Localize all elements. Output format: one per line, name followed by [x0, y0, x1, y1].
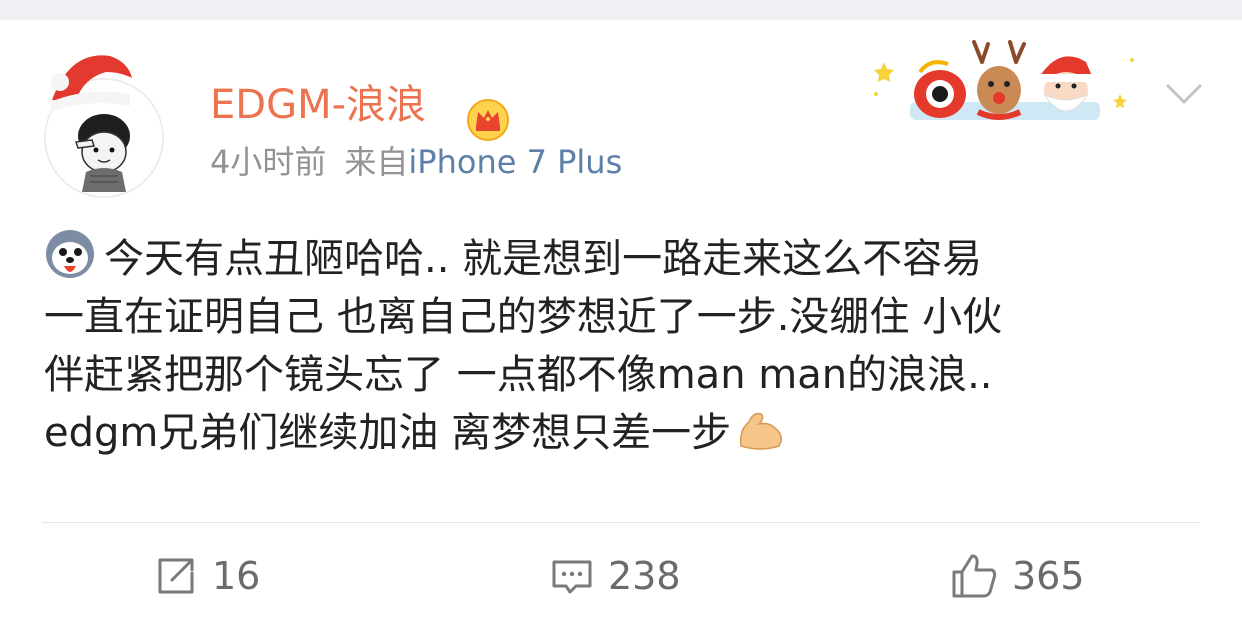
- santa-hat-icon: [50, 55, 132, 112]
- action-divider: [42, 522, 1200, 523]
- source-prefix: 来自: [344, 143, 409, 181]
- comment-count: 238: [608, 554, 681, 598]
- post-line-1-text: 今天有点丑陋哈哈.. 就是想到一路走来这么不容易: [104, 236, 983, 282]
- post-line-4: edgm兄弟们继续加油 离梦想只差一步: [44, 404, 1204, 462]
- username[interactable]: EDGM-浪浪: [210, 80, 426, 130]
- husky-tongue-emoji: [46, 230, 94, 278]
- post-line-2: 一直在证明自己 也离自己的梦想近了一步.没绷住 小伙: [44, 294, 1003, 340]
- post-meta: 4小时前 来自iPhone 7 Plus: [210, 142, 622, 182]
- thumbs-up-icon: [952, 554, 997, 598]
- repost-button[interactable]: 16: [154, 550, 260, 602]
- christmas-decoration-badge: [874, 40, 1134, 120]
- source-device-link[interactable]: iPhone 7 Plus: [408, 143, 622, 181]
- top-separator-strip: [0, 0, 1242, 20]
- chevron-down-icon[interactable]: [1164, 82, 1204, 106]
- comment-button[interactable]: 238: [550, 550, 681, 602]
- like-button[interactable]: 365: [950, 550, 1085, 602]
- repost-count: 16: [212, 554, 261, 598]
- comment-icon: [552, 560, 592, 594]
- avatar-area[interactable]: [40, 42, 170, 198]
- flexed-biceps-emoji: [740, 412, 783, 450]
- weibo-post-card: EDGM-浪浪 4小时前 来自iPhone 7 Plus 今天有点丑陋哈哈.. …: [0, 20, 1242, 617]
- repost-icon: [158, 558, 194, 594]
- vip-crown-icon[interactable]: [466, 98, 510, 142]
- post-line-1: 今天有点丑陋哈哈.. 就是想到一路走来这么不容易: [44, 228, 1204, 288]
- like-count: 365: [1012, 554, 1085, 598]
- post-time: 4小时前: [210, 143, 327, 181]
- post-body: 今天有点丑陋哈哈.. 就是想到一路走来这么不容易 一直在证明自己 也离自己的梦想…: [44, 228, 1204, 462]
- post-line-4-text: edgm兄弟们继续加油 离梦想只差一步: [44, 410, 732, 456]
- post-line-3: 伴赶紧把那个镜头忘了 一点都不像man man的浪浪..: [44, 352, 993, 398]
